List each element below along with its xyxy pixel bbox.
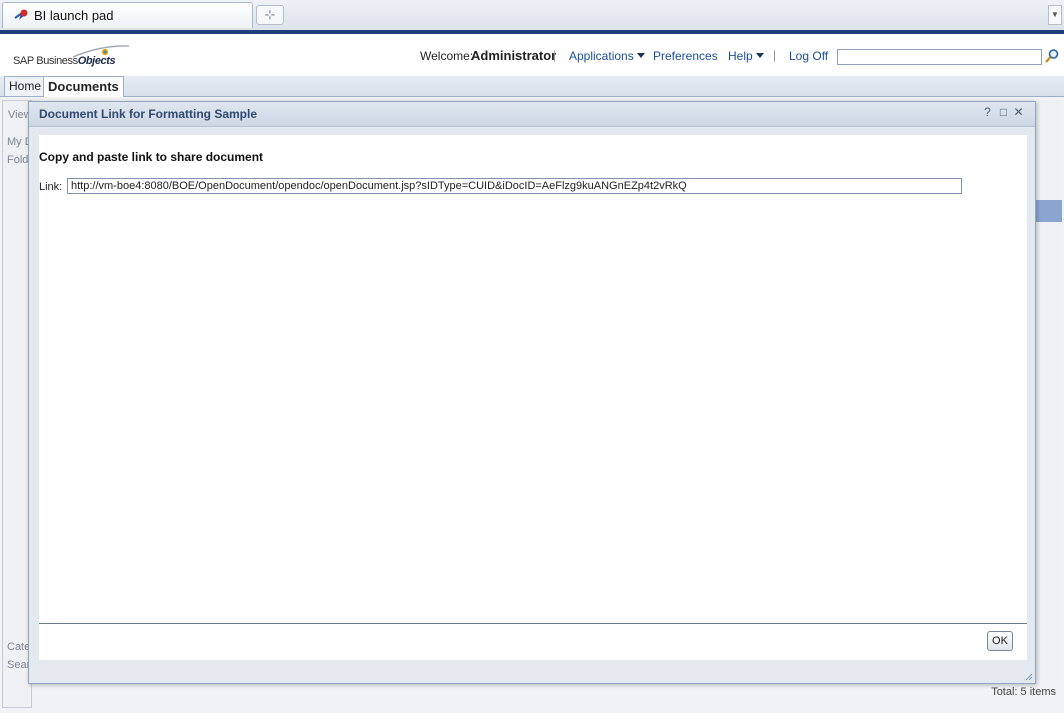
new-tab-button[interactable]: ⊹ [256,5,284,25]
resize-grip-icon[interactable] [1025,673,1033,681]
tab-documents[interactable]: Documents [43,76,124,97]
maximize-icon[interactable]: □ [997,106,1010,119]
dialog-title-bar[interactable]: Document Link for Formatting Sample ? □ … [29,102,1035,127]
document-link-dialog: Document Link for Formatting Sample ? □ … [28,101,1036,684]
nav-separator: | [553,48,557,62]
applications-label: Applications [569,49,634,63]
dialog-footer: OK [39,623,1027,660]
close-icon[interactable]: ✕ [1012,106,1025,119]
my-documents-ghost: My D [7,136,29,148]
selected-row-edge [1036,200,1062,222]
link-label: Link: [39,181,63,193]
tab-list-dropdown-button[interactable]: ▼ [1048,5,1062,25]
applications-menu[interactable]: Applications [569,49,645,63]
help-label: Help [728,49,753,63]
tab-home[interactable]: Home [4,76,47,96]
logo-text-plain: SAP Business [13,55,78,67]
logo-text: SAP BusinessObjects [13,55,116,67]
search-icon[interactable] [1044,48,1060,64]
app-tab-bar: Home Documents [0,76,1064,97]
browser-tab-strip: BI launch pad ⊹ ▼ [0,0,1064,31]
search-input[interactable] [837,49,1042,65]
browser-tab-bi-launch-pad[interactable]: BI launch pad [2,2,253,28]
dialog-content: Copy and paste link to share document Li… [39,135,1027,623]
browser-tab-title: BI launch pad [34,8,114,23]
nav-separator: | [773,48,777,62]
folders-ghost: Fold [7,154,29,166]
total-items-status: Total: 5 items [991,686,1056,698]
logo-text-bold: Objects [77,55,116,67]
help-icon[interactable]: ? [981,106,994,119]
preferences-link[interactable]: Preferences [653,49,718,63]
log-off-link[interactable]: Log Off [789,49,828,63]
welcome-label: Welcome: [420,49,474,63]
view-menu-ghost: View [8,109,30,121]
user-name: Administrator [471,48,557,63]
dialog-heading: Copy and paste link to share document [39,150,264,164]
dialog-title: Document Link for Formatting Sample [39,107,258,121]
search-panel-ghost: Sear [7,659,29,671]
app-header: SAP BusinessObjects Welcome: Administrat… [0,34,1064,77]
document-list-edge [1036,100,1062,680]
bi-launch-pad-favicon-icon [14,9,28,20]
ok-button[interactable]: OK [987,631,1013,651]
chevron-down-icon [755,53,764,58]
help-menu[interactable]: Help [728,49,764,63]
document-link-field[interactable] [67,178,962,194]
sap-businessobjects-logo: SAP BusinessObjects [13,43,133,73]
chevron-down-icon [636,53,645,58]
categories-ghost: Cate [7,641,29,653]
